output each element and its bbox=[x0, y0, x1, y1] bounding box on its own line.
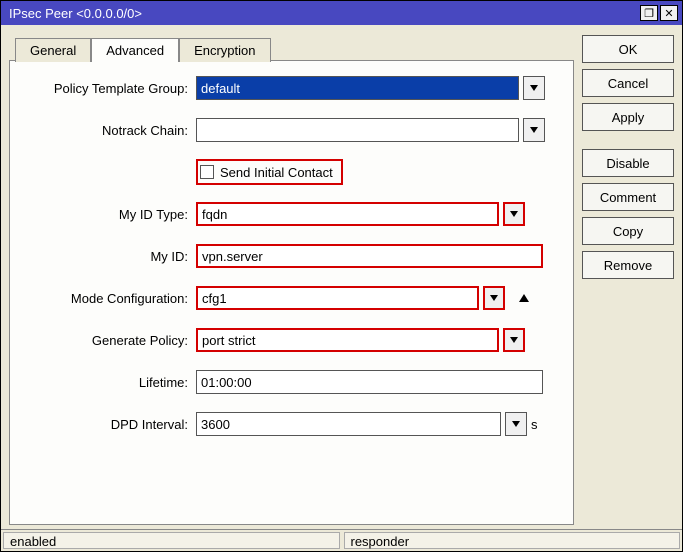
tab-advanced[interactable]: Advanced bbox=[91, 38, 179, 62]
comment-button[interactable]: Comment bbox=[582, 183, 674, 211]
send-initial-contact-checkbox[interactable] bbox=[200, 165, 214, 179]
cancel-button[interactable]: Cancel bbox=[582, 69, 674, 97]
ok-button[interactable]: OK bbox=[582, 35, 674, 63]
advanced-panel: Policy Template Group: Notrack Chain: bbox=[9, 60, 574, 525]
close-button[interactable]: ✕ bbox=[660, 5, 678, 21]
policy-template-group-dropdown-icon[interactable] bbox=[523, 76, 545, 100]
dpd-interval-unit: s bbox=[531, 417, 545, 432]
generate-policy-dropdown-icon[interactable] bbox=[503, 328, 525, 352]
generate-policy-label: Generate Policy: bbox=[20, 333, 196, 348]
my-id-type-field[interactable] bbox=[196, 202, 499, 226]
restore-button[interactable]: ❐ bbox=[640, 5, 658, 21]
status-bar: enabled responder bbox=[1, 529, 682, 551]
status-responder: responder bbox=[344, 532, 681, 549]
my-id-label: My ID: bbox=[20, 249, 196, 264]
tabs-bar: General Advanced Encryption bbox=[9, 33, 574, 61]
policy-template-group-field[interactable] bbox=[196, 76, 519, 100]
lifetime-field[interactable] bbox=[196, 370, 543, 394]
apply-button[interactable]: Apply bbox=[582, 103, 674, 131]
window-title: IPsec Peer <0.0.0.0/0> bbox=[9, 6, 638, 21]
notrack-chain-field[interactable] bbox=[196, 118, 519, 142]
notrack-chain-dropdown-icon[interactable] bbox=[523, 118, 545, 142]
mode-configuration-collapse-icon[interactable] bbox=[519, 294, 529, 302]
my-id-type-dropdown-icon[interactable] bbox=[503, 202, 525, 226]
remove-button[interactable]: Remove bbox=[582, 251, 674, 279]
policy-template-group-label: Policy Template Group: bbox=[20, 81, 196, 96]
notrack-chain-label: Notrack Chain: bbox=[20, 123, 196, 138]
tab-general[interactable]: General bbox=[15, 38, 91, 62]
dpd-interval-label: DPD Interval: bbox=[20, 417, 196, 432]
dpd-interval-dropdown-icon[interactable] bbox=[505, 412, 527, 436]
send-initial-contact-label: Send Initial Contact bbox=[220, 165, 333, 180]
mode-configuration-label: Mode Configuration: bbox=[20, 291, 196, 306]
status-enabled: enabled bbox=[3, 532, 340, 549]
my-id-field[interactable] bbox=[196, 244, 543, 268]
lifetime-label: Lifetime: bbox=[20, 375, 196, 390]
ipsec-peer-window: IPsec Peer <0.0.0.0/0> ❐ ✕ General Advan… bbox=[0, 0, 683, 552]
copy-button[interactable]: Copy bbox=[582, 217, 674, 245]
send-initial-contact-wrap: Send Initial Contact bbox=[196, 159, 343, 185]
titlebar: IPsec Peer <0.0.0.0/0> ❐ ✕ bbox=[1, 1, 682, 25]
disable-button[interactable]: Disable bbox=[582, 149, 674, 177]
dpd-interval-field[interactable] bbox=[196, 412, 501, 436]
mode-configuration-field[interactable] bbox=[196, 286, 479, 310]
tab-encryption[interactable]: Encryption bbox=[179, 38, 270, 62]
my-id-type-label: My ID Type: bbox=[20, 207, 196, 222]
mode-configuration-dropdown-icon[interactable] bbox=[483, 286, 505, 310]
action-buttons: OK Cancel Apply Disable Comment Copy Rem… bbox=[582, 33, 674, 525]
generate-policy-field[interactable] bbox=[196, 328, 499, 352]
